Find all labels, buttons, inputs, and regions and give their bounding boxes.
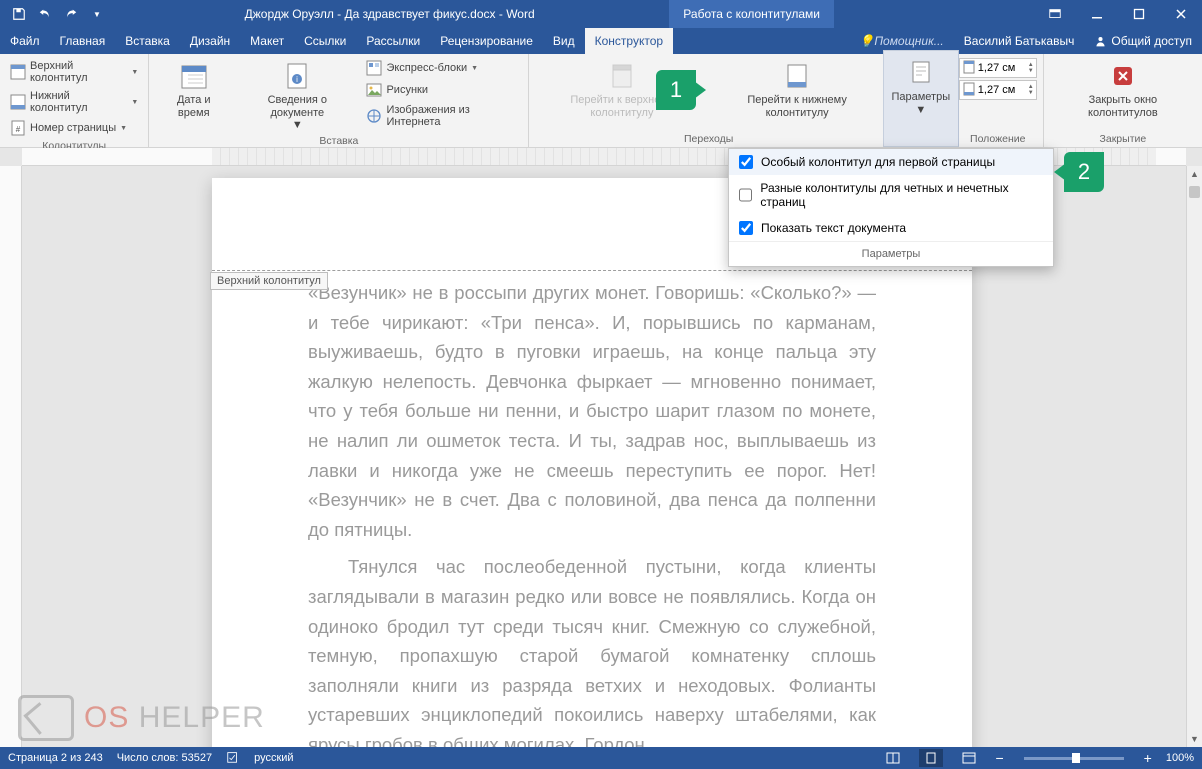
tab-mailings[interactable]: Рассылки [356, 28, 430, 54]
tab-review[interactable]: Рецензирование [430, 28, 543, 54]
cursor-box-icon [18, 695, 74, 741]
checkbox-diff-odd-even[interactable] [739, 188, 752, 202]
paragraph-1: «Везунчик» не в россыпи других монет. Го… [308, 278, 876, 544]
oshelper-watermark: OS HELPER [18, 695, 265, 741]
header-from-top-input[interactable] [978, 62, 1026, 74]
redo-icon[interactable] [58, 0, 84, 28]
header-from-top-spinner[interactable]: ▲▼ [959, 58, 1037, 78]
footer-icon [10, 94, 26, 110]
option-diff-first-page[interactable]: Особый колонтитул для первой страницы [729, 149, 1053, 175]
tab-layout[interactable]: Макет [240, 28, 294, 54]
status-bar: Страница 2 из 243 Число слов: 53527 русс… [0, 747, 1202, 769]
scroll-down-icon[interactable]: ▼ [1187, 731, 1202, 747]
footer-margin-icon [962, 82, 976, 99]
docinfo-button[interactable]: i Сведения о документе▼ [236, 58, 358, 133]
tab-insert[interactable]: Вставка [115, 28, 180, 54]
header-boundary-line [212, 270, 972, 271]
scroll-up-icon[interactable]: ▲ [1187, 166, 1202, 182]
docinfo-icon: i [281, 60, 313, 92]
user-account[interactable]: Василий Батькавыч [954, 28, 1085, 54]
save-icon[interactable] [6, 0, 32, 28]
document-body-text: «Везунчик» не в россыпи других монет. Го… [212, 278, 972, 747]
globe-icon [366, 108, 382, 124]
chevron-down-icon: ▼ [915, 104, 926, 116]
zoom-out-icon[interactable]: − [995, 750, 1003, 766]
document-title: Джордж Оруэлл - Да здравствует фикус.doc… [245, 7, 535, 21]
parameters-dropdown-panel: Особый колонтитул для первой страницы Ра… [728, 148, 1054, 267]
group-label-position: Положение [959, 131, 1037, 145]
datetime-button[interactable]: Дата и время [155, 58, 232, 133]
ribbon-display-icon[interactable] [1034, 0, 1076, 28]
vertical-ruler[interactable] [0, 166, 22, 747]
status-zoom[interactable]: 100% [1166, 752, 1194, 764]
maximize-icon[interactable] [1118, 0, 1160, 28]
title-bar: ▼ Джордж Оруэлл - Да здравствует фикус.d… [0, 0, 1202, 28]
pictures-button[interactable]: Рисунки [362, 80, 522, 100]
quickparts-button[interactable]: Экспресс-блоки▼ [362, 58, 522, 78]
tab-design[interactable]: Дизайн [180, 28, 240, 54]
header-icon [10, 64, 26, 80]
ribbon: Верхний колонтитул▼ Нижний колонтитул▼ #… [0, 54, 1202, 148]
context-tab-header-footer: Работа с колонтитулами [669, 0, 834, 28]
option-diff-odd-even[interactable]: Разные колонтитулы для четных и нечетных… [729, 175, 1053, 215]
group-label-close: Закрытие [1050, 131, 1196, 145]
footer-button[interactable]: Нижний колонтитул▼ [6, 88, 142, 116]
status-wordcount[interactable]: Число слов: 53527 [117, 752, 212, 764]
checkbox-show-doc-text[interactable] [739, 221, 753, 235]
close-icon[interactable] [1160, 0, 1202, 28]
tab-view[interactable]: Вид [543, 28, 585, 54]
group-label-insert: Вставка [155, 133, 522, 147]
annotation-callout-2: 2 [1064, 152, 1104, 192]
svg-text:i: i [296, 75, 298, 84]
calendar-icon [178, 60, 210, 92]
option-show-doc-text[interactable]: Показать текст документа [729, 215, 1053, 241]
goto-footer-icon [781, 60, 813, 92]
group-label-nav: Переходы [535, 131, 881, 145]
ribbon-tabs: Файл Главная Вставка Дизайн Макет Ссылки… [0, 28, 1202, 54]
qat-customize-icon[interactable]: ▼ [84, 0, 110, 28]
status-page[interactable]: Страница 2 из 243 [8, 752, 103, 764]
parameters-panel-footer: Параметры [729, 241, 1053, 266]
view-web-icon[interactable] [957, 749, 981, 767]
header-section-label: Верхний колонтитул [210, 272, 328, 290]
annotation-callout-1: 1 [656, 70, 696, 110]
tab-designer[interactable]: Конструктор [585, 28, 673, 54]
scroll-thumb[interactable] [1189, 186, 1200, 198]
parameters-button[interactable]: Параметры ▼ [884, 51, 958, 132]
undo-icon[interactable] [32, 0, 58, 28]
share-button[interactable]: Общий доступ [1084, 28, 1202, 54]
goto-footer-button[interactable]: Перейти к нижнему колонтитулу [712, 58, 881, 131]
minimize-icon[interactable] [1076, 0, 1118, 28]
checkbox-diff-first-page[interactable] [739, 155, 753, 169]
header-margin-icon [962, 60, 976, 77]
picture-icon [366, 82, 382, 98]
view-readmode-icon[interactable] [881, 749, 905, 767]
tab-file[interactable]: Файл [0, 28, 50, 54]
quickparts-icon [366, 60, 382, 76]
header-button[interactable]: Верхний колонтитул▼ [6, 58, 142, 86]
goto-header-icon [606, 60, 638, 92]
svg-text:#: # [16, 125, 21, 134]
footer-from-bottom-spinner[interactable]: ▲▼ [959, 80, 1037, 100]
zoom-in-icon[interactable]: + [1144, 750, 1152, 766]
close-hf-button[interactable]: Закрыть окно колонтитулов [1050, 58, 1196, 131]
paragraph-2: Тянулся час послеобеденной пустыни, когд… [308, 552, 876, 747]
group-label-params [884, 132, 958, 146]
vertical-scrollbar[interactable]: ▲ ▼ [1186, 166, 1202, 747]
spellcheck-icon[interactable] [226, 750, 240, 767]
zoom-slider[interactable] [1024, 757, 1124, 760]
document-icon [905, 57, 937, 89]
tab-home[interactable]: Главная [50, 28, 116, 54]
footer-from-bottom-input[interactable] [978, 84, 1026, 96]
pagenumber-icon: # [10, 120, 26, 136]
tab-references[interactable]: Ссылки [294, 28, 356, 54]
webpictures-button[interactable]: Изображения из Интернета [362, 102, 522, 130]
pagenumber-button[interactable]: #Номер страницы▼ [6, 118, 142, 138]
view-print-icon[interactable] [919, 749, 943, 767]
close-square-icon [1107, 60, 1139, 92]
status-language[interactable]: русский [254, 752, 293, 764]
